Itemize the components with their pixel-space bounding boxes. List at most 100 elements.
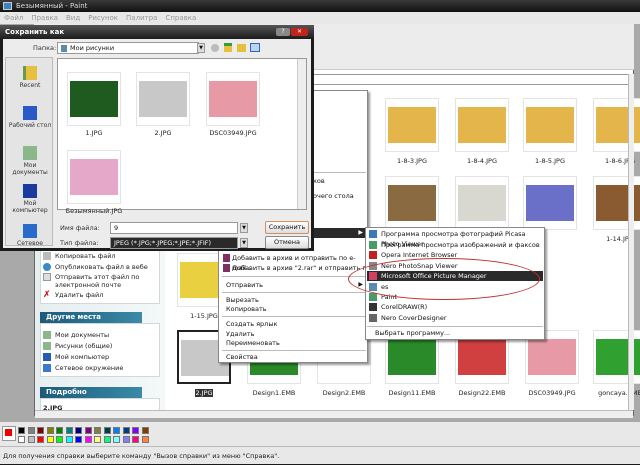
task-email-file[interactable]: Отправить этот файл по электронной почте	[43, 273, 153, 289]
menu-item-add-archive-email[interactable]: Добавить в архив и отправить по e-mail..…	[222, 253, 366, 272]
color-swatch[interactable]	[94, 427, 101, 434]
up-folder-icon[interactable]	[224, 43, 232, 52]
place-shared-pictures[interactable]: Рисунки (общие)	[43, 342, 112, 350]
file-list-scrollbar[interactable]	[297, 59, 306, 209]
color-swatch[interactable]	[37, 427, 44, 434]
thumbnail[interactable]	[455, 176, 509, 230]
thumbnail[interactable]	[523, 98, 577, 152]
color-swatch[interactable]	[103, 427, 111, 434]
color-swatch[interactable]	[37, 436, 44, 443]
details-header[interactable]: Подробно	[40, 387, 142, 398]
thumbnail-label[interactable]: 1-8-4.JPG	[447, 157, 517, 165]
other-places-header[interactable]: Другие места	[40, 312, 142, 323]
place-network[interactable]: Сетевое	[6, 224, 54, 247]
menu-edit[interactable]: Правка	[31, 14, 58, 22]
menu-item-partial[interactable]: ков	[313, 176, 366, 186]
color-swatch[interactable]	[113, 427, 120, 434]
task-delete-file[interactable]: ✗ Удалить файл	[43, 291, 103, 300]
menu-item-partial-desktop[interactable]: очего стола	[313, 191, 366, 201]
menu-item-copy[interactable]: Копировать	[222, 304, 366, 314]
color-swatch[interactable]	[122, 436, 130, 443]
place-recent[interactable]: Recent	[6, 66, 54, 89]
place-my-documents[interactable]: Мои документы	[43, 331, 109, 339]
menu-item-create-shortcut[interactable]: Создать ярлык	[222, 319, 366, 329]
explorer-horizontal-scrollbar[interactable]	[35, 410, 633, 418]
folder-select[interactable]: Мои рисунки	[57, 42, 199, 54]
folder-dropdown-arrow[interactable]: ▼	[197, 43, 205, 53]
task-publish-web[interactable]: Опубликовать файл в вебе	[43, 263, 148, 271]
thumbnail[interactable]	[385, 176, 439, 230]
filename-input[interactable]: 9	[110, 222, 238, 234]
menu-file[interactable]: Файл	[4, 14, 23, 22]
color-swatch[interactable]	[94, 436, 101, 443]
color-swatch[interactable]	[56, 436, 63, 443]
color-swatch[interactable]	[27, 436, 35, 443]
color-swatch[interactable]	[65, 427, 73, 434]
filename-dropdown-arrow[interactable]: ▼	[240, 223, 248, 233]
color-swatch[interactable]	[75, 427, 82, 434]
menu-item-choose-program[interactable]: Выбрать программу...	[367, 328, 543, 338]
menu-image[interactable]: Рисунок	[88, 14, 118, 22]
color-swatch[interactable]	[113, 436, 120, 443]
place-my-documents[interactable]: Мои документы	[6, 146, 54, 176]
thumbnail-label[interactable]: 1-8-3.JPG	[377, 157, 447, 165]
menu-item-add-rar-email[interactable]: Добавить в архив "2.rar" и отправить по …	[222, 263, 366, 273]
thumbnail-label[interactable]: DSC03949.JPG	[517, 389, 587, 397]
menu-view[interactable]: Вид	[66, 14, 80, 22]
file-label[interactable]: DSC03949.JPG	[198, 129, 268, 137]
thumbnail-label[interactable]: Design22.EMB	[447, 389, 517, 397]
color-swatch[interactable]	[18, 427, 25, 434]
menu-item-open-with[interactable]: ▶	[313, 228, 366, 238]
menu-help[interactable]: Справка	[165, 14, 196, 22]
color-swatch[interactable]	[103, 436, 111, 443]
filetype-dropdown-arrow[interactable]: ▼	[240, 238, 248, 248]
thumbnail[interactable]	[455, 98, 509, 152]
place-my-computer[interactable]: Мой компьютер	[43, 353, 109, 361]
filetype-select[interactable]: JPEG (*.JPG;*.JPEG;*.JPE;*.JFIF)	[110, 237, 238, 249]
dialog-close-button[interactable]: ✕	[291, 28, 308, 36]
thumbnail-label[interactable]: Design1.EMB	[239, 389, 309, 397]
menu-item-send-to[interactable]: Отправить ▶	[222, 280, 366, 290]
color-swatch[interactable]	[84, 436, 92, 443]
cancel-button[interactable]: Отмена	[265, 236, 309, 249]
file-label[interactable]: 2.JPG	[128, 129, 198, 137]
open-with-item[interactable]: Программа просмотра изображений и факсов	[367, 240, 543, 250]
selected-label[interactable]: 2.JPG	[195, 389, 213, 397]
color-swatch[interactable]	[141, 427, 149, 434]
file-thumbnail[interactable]	[206, 72, 260, 126]
color-swatch[interactable]	[75, 436, 82, 443]
open-with-item[interactable]: Nero CoverDesigner	[367, 313, 543, 323]
color-swatch[interactable]	[56, 427, 63, 434]
color-swatch[interactable]	[46, 436, 54, 443]
color-swatch[interactable]	[141, 436, 149, 443]
explorer-address-bar[interactable]	[313, 74, 633, 85]
task-copy-file[interactable]: Копировать файл	[43, 252, 116, 260]
thumbnail-label[interactable]: 1-8-5.JPG	[515, 157, 585, 165]
explorer-vertical-scrollbar[interactable]	[628, 74, 634, 410]
place-desktop[interactable]: Рабочий стол	[6, 106, 54, 129]
thumbnail[interactable]	[385, 98, 439, 152]
place-my-computer[interactable]: Мой компьютер	[6, 184, 54, 214]
menu-item-rename[interactable]: Переименовать	[222, 338, 366, 348]
view-menu-icon[interactable]	[250, 43, 260, 52]
menu-palette[interactable]: Палитра	[126, 14, 157, 22]
color-swatch[interactable]	[65, 436, 73, 443]
color-swatch[interactable]	[132, 436, 139, 443]
file-label[interactable]: Безымянный.JPG	[59, 207, 129, 215]
back-icon[interactable]	[211, 44, 219, 52]
save-button[interactable]: Сохранить	[265, 221, 309, 234]
file-thumbnail[interactable]	[67, 150, 121, 204]
thumbnail-label[interactable]: Design2.EMB	[309, 389, 379, 397]
thumbnail-label[interactable]: Design11.EMB	[377, 389, 447, 397]
place-network[interactable]: Сетевое окружение	[43, 364, 123, 372]
color-swatch[interactable]	[84, 427, 92, 434]
color-swatch[interactable]	[46, 427, 54, 434]
menu-item-properties[interactable]: Свойства	[222, 352, 366, 362]
color-swatch[interactable]	[132, 427, 139, 434]
color-swatch[interactable]	[18, 436, 25, 443]
file-thumbnail[interactable]	[67, 72, 121, 126]
file-label[interactable]: 1.JPG	[59, 129, 129, 137]
open-with-item[interactable]: Программа просмотра фотографий Picasa Ph…	[367, 229, 543, 248]
color-swatch[interactable]	[122, 427, 130, 434]
dialog-help-button[interactable]: ?	[276, 28, 290, 36]
